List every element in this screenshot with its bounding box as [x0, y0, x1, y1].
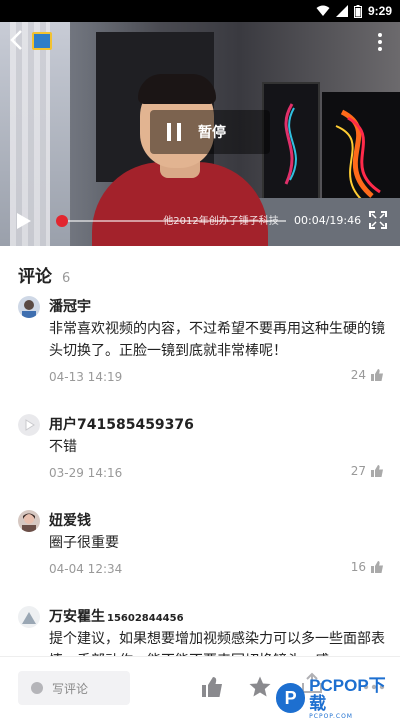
- pause-icon: [150, 110, 198, 154]
- video-frame-monitor: [262, 82, 320, 200]
- fullscreen-button[interactable]: [368, 210, 388, 230]
- comment-time: 04-13 14:19: [49, 370, 123, 384]
- comment-item: 万安瞿生 15602844456 提个建议，如果想要增加视频感染力可以多一些面部表…: [0, 606, 400, 656]
- like-count: 24: [350, 368, 366, 382]
- back-arrow-icon: [10, 30, 22, 50]
- like-button[interactable]: 16: [351, 560, 384, 574]
- thumbs-up-icon: [202, 677, 222, 697]
- comment-author-extra: 15602844456: [107, 613, 184, 624]
- thumbs-up-icon: [371, 369, 383, 381]
- watermark-logo: P: [276, 683, 306, 713]
- play-icon: [17, 213, 31, 229]
- more-options-button[interactable]: [374, 30, 386, 54]
- comment-time: 03-29 14:16: [49, 466, 123, 480]
- battery-icon: [353, 4, 362, 18]
- comment-author[interactable]: 潘冠宇: [49, 296, 91, 316]
- comments-count: 6: [62, 271, 71, 286]
- like-count: 27: [350, 464, 366, 478]
- comment-text: 圈子很重要: [49, 535, 119, 551]
- comment-author[interactable]: 万安瞿生 15602844456: [49, 606, 184, 626]
- comments-header: 评论 6: [18, 262, 70, 287]
- fullscreen-icon: [369, 211, 387, 229]
- progress-knob[interactable]: [56, 215, 68, 227]
- like-video-button[interactable]: [200, 675, 224, 699]
- pause-button[interactable]: 暂停: [150, 110, 270, 154]
- status-icons: 9:29: [316, 3, 392, 19]
- write-comment-input[interactable]: 写评论: [18, 671, 130, 705]
- watermark-sub-text: PCPOP.COM: [309, 712, 353, 720]
- avatar[interactable]: [18, 414, 40, 436]
- avatar[interactable]: [18, 510, 40, 532]
- watermark-main-text: PCPOP下载: [309, 675, 386, 713]
- like-button[interactable]: 27: [351, 464, 384, 478]
- watermark-text: PCPOP下载 PCPOP.COM: [309, 675, 400, 720]
- signal-icon: [335, 5, 348, 17]
- thumbs-up-icon: [371, 561, 383, 573]
- status-bar: 9:29: [0, 0, 400, 22]
- comment-text: 非常喜欢视频的内容，不过希望不要再用这种生硬的镜头切换了。正脸一镜到底就非常棒呢…: [49, 321, 385, 359]
- like-count: 16: [350, 560, 366, 574]
- more-vertical-icon: [378, 33, 382, 51]
- comment-author[interactable]: 妞爱钱: [49, 510, 91, 530]
- video-subtitle: 他2012年创办了锤子科技: [163, 216, 279, 227]
- favorite-button[interactable]: [248, 675, 272, 699]
- comments-title: 评论: [18, 267, 52, 287]
- video-time: 00:04/19:46: [294, 214, 362, 227]
- comment-text: 提个建议，如果想要增加视频感染力可以多一些面部表情、手部动作，能不能不要来回切换…: [49, 631, 385, 656]
- star-icon: [249, 676, 271, 697]
- video-frame-person-hair: [138, 74, 216, 104]
- video-frame-monitor-2: [322, 92, 400, 212]
- wifi-icon: [316, 5, 330, 16]
- like-button[interactable]: 24: [351, 368, 384, 382]
- avatar[interactable]: [18, 606, 40, 628]
- write-comment-placeholder: 写评论: [52, 681, 89, 696]
- thumbs-up-icon: [371, 465, 383, 477]
- status-time: 9:29: [367, 4, 392, 18]
- comment-time: 04-04 12:34: [49, 562, 123, 576]
- comment-author-name: 万安瞿生: [49, 609, 105, 625]
- back-button[interactable]: [6, 28, 30, 52]
- avatar[interactable]: [18, 296, 40, 318]
- site-watermark: P PCPOP下载 PCPOP.COM: [276, 676, 400, 720]
- comment-bubble-icon: [31, 682, 43, 694]
- channel-logo: [32, 32, 52, 50]
- comment-text: 不错: [49, 439, 77, 455]
- pause-label: 暂停: [198, 125, 226, 141]
- comment-author[interactable]: 用户741585459376: [49, 414, 194, 434]
- video-player[interactable]: 暂停 他2012年创办了锤子科技 00:04/19:46: [0, 22, 400, 246]
- play-button[interactable]: [12, 210, 34, 232]
